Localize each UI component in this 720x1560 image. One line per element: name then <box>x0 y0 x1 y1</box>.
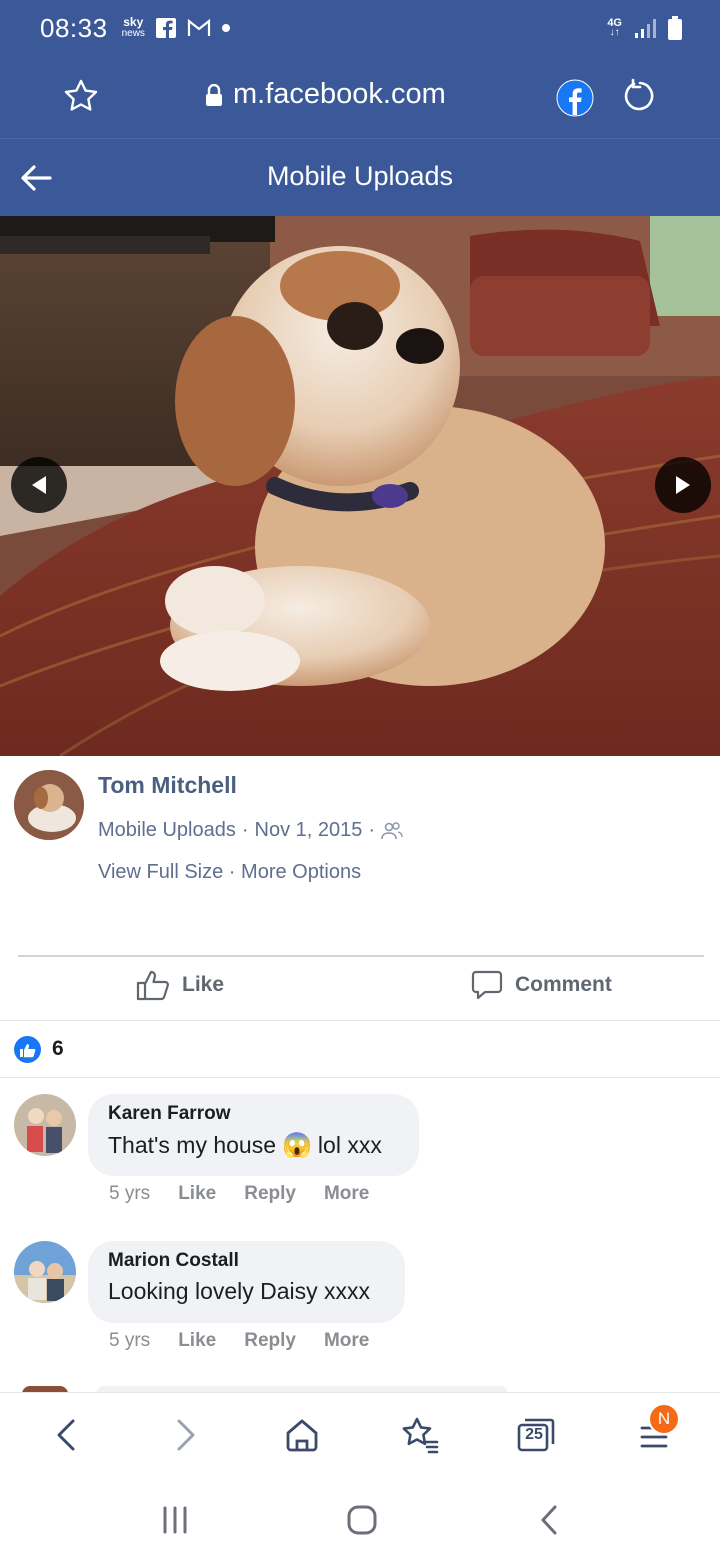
page-title: Mobile Uploads <box>266 161 454 191</box>
thumbs-up-icon <box>136 970 169 1001</box>
battery-icon <box>668 16 682 40</box>
chevron-left-icon <box>57 1419 75 1451</box>
comment-reply-button[interactable]: Reply <box>244 1330 296 1352</box>
recent-apps-button[interactable] <box>153 1498 197 1542</box>
chevron-right-icon <box>177 1419 195 1451</box>
reactions-row[interactable]: 6 <box>0 1020 720 1078</box>
home-circle-icon <box>347 1505 377 1535</box>
author-avatar[interactable] <box>14 770 84 840</box>
bookmarks-icon <box>402 1417 439 1454</box>
clock: 08:33 <box>40 12 108 43</box>
home-icon <box>286 1419 318 1452</box>
like-label: Like <box>182 973 225 996</box>
post-photo[interactable] <box>0 216 720 756</box>
system-navigation-bar <box>0 1478 720 1560</box>
view-full-size-link[interactable]: View Full Size <box>98 861 223 883</box>
sky-news-icon: sky news <box>121 15 145 39</box>
commenter-avatar[interactable] <box>14 1094 76 1156</box>
reaction-count: 6 <box>52 1037 64 1060</box>
comment-icon <box>471 970 503 1000</box>
signal-icon <box>635 19 656 38</box>
comment-age: 5 yrs <box>109 1330 151 1351</box>
photo-links: View Full Size · More Options <box>98 861 362 883</box>
notification-icons: sky news <box>121 15 231 39</box>
facebook-icon[interactable] <box>556 79 594 117</box>
next-photo-icon <box>676 476 690 494</box>
comment-like-button[interactable]: Like <box>178 1330 216 1352</box>
recent-apps-icon <box>163 1506 187 1534</box>
prev-photo-icon <box>32 476 46 494</box>
comment-text: Looking lovely Daisy xxxx <box>108 1278 371 1304</box>
comment-age: 5 yrs <box>109 1183 151 1204</box>
gmail-icon <box>187 18 211 36</box>
comment-more-button[interactable]: More <box>324 1183 369 1205</box>
like-reaction-icon <box>14 1036 41 1063</box>
facebook-notification-icon <box>155 18 176 38</box>
more-options-link[interactable]: More Options <box>241 861 361 883</box>
comment-text: That's my house 😱 lol xxx <box>108 1132 382 1159</box>
system-back-button[interactable] <box>527 1498 571 1542</box>
next-photo-button[interactable] <box>655 457 711 513</box>
post-date[interactable]: Nov 1, 2015 <box>255 819 363 842</box>
url-text: m.facebook.com <box>233 78 446 110</box>
author-name[interactable]: Tom Mitchell <box>98 772 237 799</box>
lock-icon <box>206 83 222 106</box>
prev-photo-button[interactable] <box>11 457 67 513</box>
comment-label: Comment <box>515 973 612 996</box>
author-avatar-image <box>14 770 84 840</box>
post-meta: Mobile Uploads · Nov 1, 2015 · <box>98 819 403 842</box>
album-link[interactable]: Mobile Uploads <box>98 819 236 842</box>
comment-like-button[interactable]: Like <box>178 1183 216 1205</box>
dog-photo <box>0 216 720 756</box>
comment-actions: 5 yrs Like Reply More <box>109 1183 369 1205</box>
commenter-avatar[interactable] <box>14 1241 76 1303</box>
system-back-icon <box>541 1505 557 1535</box>
browser-home-button[interactable] <box>280 1413 324 1457</box>
commenter-name[interactable]: Karen Farrow <box>108 1103 399 1125</box>
browser-toolbar: 25 N <box>0 1392 720 1478</box>
like-reaction-glyph <box>20 1043 36 1057</box>
browser-forward-button[interactable] <box>164 1413 208 1457</box>
commenter-avatar-image <box>14 1094 76 1156</box>
like-button[interactable]: Like <box>136 969 224 1001</box>
page-header: Mobile Uploads <box>0 138 720 216</box>
commenter-avatar-image <box>14 1241 76 1303</box>
comment-actions: 5 yrs Like Reply More <box>109 1330 369 1352</box>
browser-tabs-button[interactable]: 25 <box>514 1413 558 1457</box>
dot-icon <box>221 24 230 32</box>
browser-url-bar: m.facebook.com <box>0 56 720 138</box>
system-status: 4G ↓↑ <box>607 16 682 40</box>
star-icon[interactable] <box>63 78 99 114</box>
comment-bubble: Karen Farrow That's my house 😱 lol xxx <box>88 1094 419 1176</box>
tabs-count: 25 <box>525 1426 543 1443</box>
friends-icon <box>381 821 403 839</box>
action-bar: Like Comment <box>0 957 720 1019</box>
home-button[interactable] <box>340 1498 384 1542</box>
network-indicator: 4G ↓↑ <box>607 17 622 38</box>
notification-badge: N <box>648 1403 680 1435</box>
browser-back-button[interactable] <box>44 1413 88 1457</box>
refresh-icon[interactable] <box>622 78 658 114</box>
url-field[interactable]: m.facebook.com <box>205 78 446 111</box>
comment-bubble: Marion Costall Looking lovely Daisy xxxx <box>88 1241 405 1323</box>
comment-reply-button[interactable]: Reply <box>244 1183 296 1205</box>
comment-button[interactable]: Comment <box>471 969 612 1001</box>
browser-bookmarks-button[interactable] <box>397 1413 441 1457</box>
comment-more-button[interactable]: More <box>324 1330 369 1352</box>
status-bar: 08:33 sky news 4G ↓↑ <box>0 0 720 56</box>
commenter-name[interactable]: Marion Costall <box>108 1250 385 1272</box>
scream-emoji: 😱 <box>282 1132 312 1159</box>
